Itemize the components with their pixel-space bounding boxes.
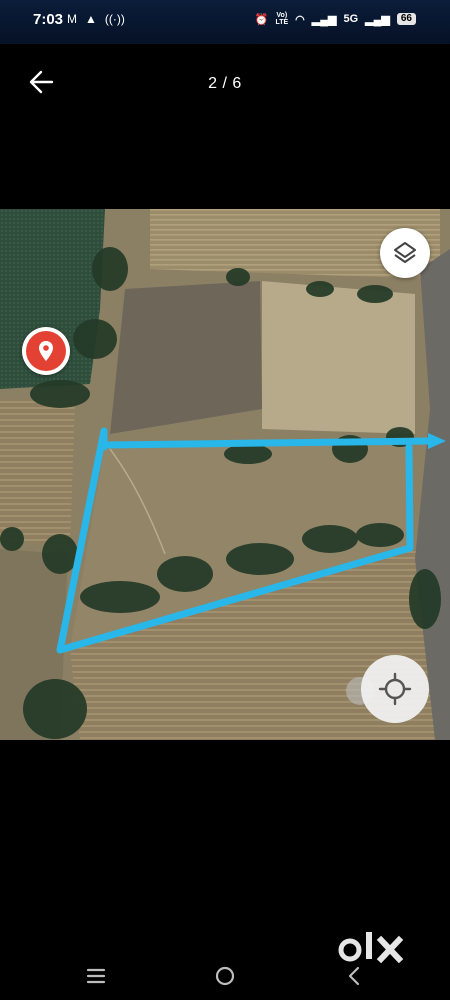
network-type: 5G xyxy=(343,13,359,25)
compass-button[interactable] xyxy=(361,655,429,723)
notification-icons: M ▲ ((·)) xyxy=(67,12,125,26)
compass-icon xyxy=(378,672,412,706)
wifi-icon: ◠ xyxy=(295,13,305,26)
image-counter: 2 / 6 xyxy=(208,75,242,92)
layers-icon xyxy=(394,242,416,263)
alarm-icon: ⏰ xyxy=(254,13,269,26)
hotspot-icon: ((·)) xyxy=(104,12,125,26)
navigation-bar xyxy=(0,950,450,1000)
map-layers-button[interactable] xyxy=(380,228,430,278)
menu-icon[interactable] xyxy=(84,964,108,988)
warning-icon: ▲ xyxy=(85,12,97,26)
map-pin-icon xyxy=(39,341,53,361)
status-time: 7:03 xyxy=(33,11,64,28)
status-bar: 7:03 M ▲ ((·)) ⏰ Vo) LTE ◠ ▂▄▆ 5G ▂▄▆ 66 xyxy=(0,0,450,44)
gmail-icon: M xyxy=(67,12,77,26)
signal-icon-2: ▂▄▆ xyxy=(365,13,390,26)
back-chevron-icon[interactable] xyxy=(342,964,366,988)
volte-icon: Vo) LTE xyxy=(275,12,289,26)
home-circle-icon[interactable] xyxy=(213,964,237,988)
system-icons: ⏰ Vo) LTE ◠ ▂▄▆ 5G ▂▄▆ 66 xyxy=(255,12,416,26)
battery-indicator: 66 xyxy=(396,13,416,25)
signal-icon: ▂▄▆ xyxy=(311,13,337,26)
location-marker[interactable] xyxy=(22,327,70,375)
gallery-header: 2 / 6 xyxy=(0,44,450,124)
